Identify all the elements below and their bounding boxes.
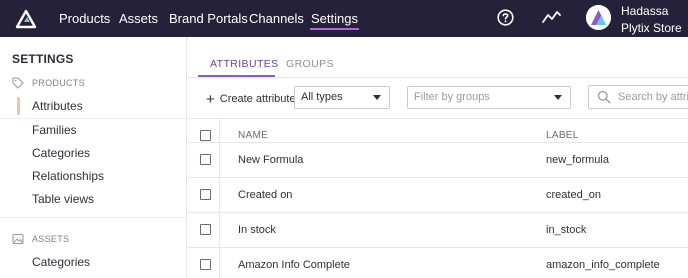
- sidebar-item-label: Categories: [32, 255, 91, 269]
- select-all-checkbox[interactable]: [200, 130, 211, 141]
- user-avatar[interactable]: [586, 5, 611, 30]
- attribute-label: new_formula: [546, 154, 609, 166]
- search-input[interactable]: Search by attri: [588, 85, 688, 109]
- row-checkbox[interactable]: [200, 189, 211, 200]
- table-row[interactable]: Amazon Info Complete amazon_info_complet…: [188, 247, 688, 278]
- tabs-divider: [188, 77, 688, 78]
- products-section-label: PRODUCTS: [32, 78, 85, 88]
- row-checkbox[interactable]: [200, 154, 211, 165]
- image-icon: [12, 233, 24, 245]
- column-header-name[interactable]: NAME: [238, 130, 268, 141]
- sidebar-item-label: Attributes: [32, 99, 83, 113]
- table-row[interactable]: In stock in_stock: [188, 212, 688, 247]
- sidebar-item-table-views[interactable]: Table views: [0, 188, 186, 211]
- plus-icon: +: [206, 90, 215, 108]
- nav-channels[interactable]: Channels: [249, 11, 304, 26]
- attribute-name: In stock: [238, 224, 276, 236]
- column-divider: [219, 248, 220, 278]
- store-name: Plytix Store: [621, 21, 682, 35]
- column-divider: [219, 119, 220, 142]
- column-header-label[interactable]: LABEL: [546, 130, 579, 141]
- sidebar-item-attributes[interactable]: Attributes: [0, 95, 186, 118]
- nav-settings[interactable]: Settings: [310, 11, 359, 30]
- attribute-label: created_on: [546, 189, 602, 201]
- attributes-table: NAME LABEL New Formula new_formula Creat…: [188, 118, 688, 278]
- table-header-row: NAME LABEL: [188, 118, 688, 142]
- plytix-logo-icon[interactable]: [15, 9, 37, 29]
- tab-attributes[interactable]: ATTRIBUTES: [210, 58, 279, 70]
- caret-down-icon: [373, 95, 381, 100]
- sidebar-item-categories[interactable]: Categories: [0, 142, 186, 165]
- assets-section-label: ASSETS: [32, 234, 70, 244]
- tag-icon: [12, 77, 24, 89]
- sidebar-item-label: Relationships: [32, 169, 105, 183]
- attribute-name: New Formula: [238, 154, 304, 166]
- create-attribute-button[interactable]: + Create attribute: [206, 89, 296, 109]
- store-avatar-icon: [586, 5, 611, 30]
- nav-products[interactable]: Products: [59, 11, 110, 26]
- group-filter-select[interactable]: Filter by groups: [407, 86, 571, 109]
- row-checkbox[interactable]: [200, 259, 211, 270]
- attribute-label: amazon_info_complete: [546, 259, 660, 271]
- search-placeholder: Search by attri: [618, 91, 688, 103]
- search-icon: [597, 90, 611, 104]
- sidebar-item-asset-categories[interactable]: Categories: [0, 251, 186, 274]
- column-divider: [219, 143, 220, 177]
- table-row[interactable]: New Formula new_formula: [188, 142, 688, 177]
- attributes-panel: ATTRIBUTES GROUPS + Create attribute All…: [188, 37, 688, 278]
- type-filter-value: All types: [301, 91, 343, 103]
- sidebar-item-label: Categories: [32, 146, 91, 160]
- question-circle-icon[interactable]: [497, 9, 514, 26]
- attribute-label: in_stock: [546, 224, 587, 236]
- user-name: Hadassa: [621, 4, 669, 18]
- sidebar-item-relationships[interactable]: Relationships: [0, 165, 186, 188]
- group-filter-placeholder: Filter by groups: [414, 91, 490, 103]
- assets-section-header: ASSETS: [12, 233, 69, 245]
- nav-assets[interactable]: Assets: [119, 11, 158, 26]
- top-navigation-bar: Products Assets Brand Portals Channels S…: [0, 0, 688, 37]
- attribute-name: Created on: [238, 189, 293, 201]
- divider: [0, 217, 186, 218]
- column-divider: [219, 178, 220, 212]
- create-attribute-label: Create attribute: [219, 93, 296, 105]
- activity-chart-icon[interactable]: [542, 10, 561, 25]
- row-checkbox[interactable]: [200, 224, 211, 235]
- attribute-name: Amazon Info Complete: [238, 259, 350, 271]
- table-row[interactable]: Created on created_on: [188, 177, 688, 212]
- sidebar-item-label: Table views: [32, 192, 95, 206]
- column-divider: [219, 213, 220, 247]
- tab-groups[interactable]: GROUPS: [286, 58, 334, 70]
- sidebar-title: SETTINGS: [12, 52, 74, 66]
- type-filter-select[interactable]: All types: [294, 86, 390, 109]
- sidebar-item-families[interactable]: Families: [0, 119, 186, 142]
- products-section-header: PRODUCTS: [12, 77, 85, 89]
- settings-sidebar: SETTINGS PRODUCTS Attributes Families Ca…: [0, 37, 187, 278]
- user-info[interactable]: Hadassa Plytix Store: [621, 3, 682, 37]
- nav-brand-portals[interactable]: Brand Portals: [169, 11, 248, 26]
- sidebar-item-label: Families: [32, 123, 77, 137]
- caret-down-icon: [554, 95, 562, 100]
